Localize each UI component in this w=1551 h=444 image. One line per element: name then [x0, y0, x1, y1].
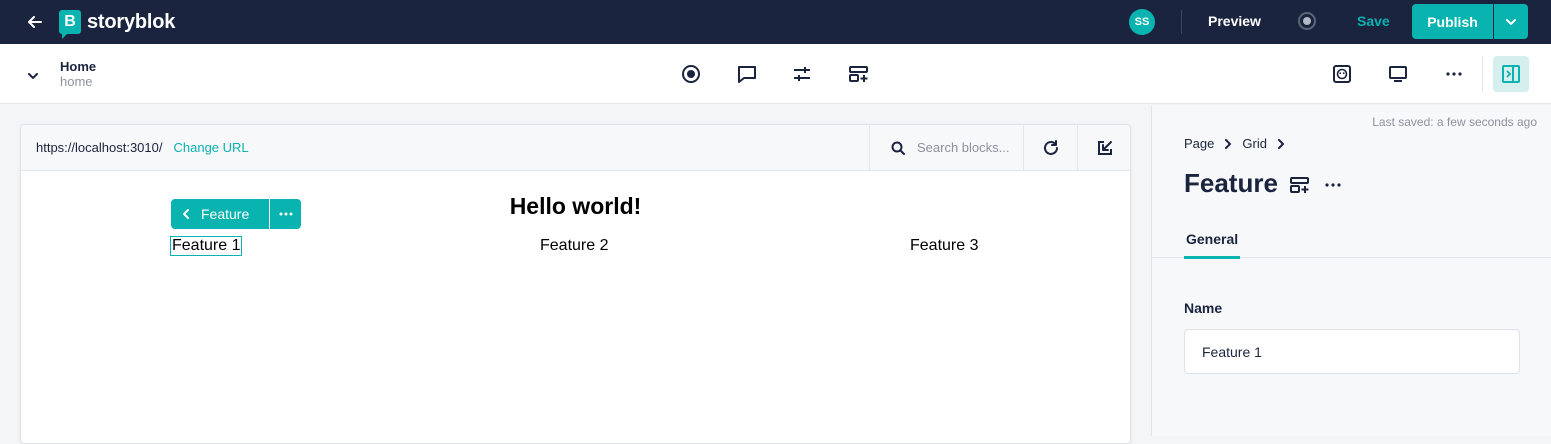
- avatar[interactable]: SS: [1129, 9, 1155, 35]
- preview-url-bar: https://localhost:3010/ Change URL: [21, 125, 1130, 171]
- face-icon[interactable]: [1330, 62, 1354, 86]
- desktop-icon[interactable]: [1386, 62, 1410, 86]
- selected-block-button[interactable]: Feature: [171, 199, 269, 229]
- record-icon[interactable]: [679, 62, 703, 86]
- save-button[interactable]: Save: [1357, 13, 1390, 29]
- comment-icon[interactable]: [735, 62, 759, 86]
- divider: [1482, 56, 1483, 92]
- selected-block-label: Feature: [201, 206, 250, 222]
- feature-block[interactable]: Feature 2: [540, 237, 608, 255]
- storyblok-logo[interactable]: B storyblok: [59, 10, 176, 39]
- block-toolbar: Feature: [171, 199, 301, 229]
- logo-text: storyblok: [87, 10, 176, 33]
- story-title: Home: [60, 59, 97, 74]
- block-title-actions: [1289, 175, 1341, 195]
- publish-options-chevron-down-icon[interactable]: [1494, 4, 1528, 39]
- preview-status-icon[interactable]: [1298, 12, 1316, 30]
- add-block-icon[interactable]: [847, 62, 871, 86]
- change-url-link[interactable]: Change URL: [173, 140, 248, 155]
- sidebar-toggle-icon[interactable]: [1493, 56, 1529, 92]
- tab-general[interactable]: General: [1184, 231, 1241, 259]
- chevron-right-icon: [1277, 138, 1284, 149]
- feature-block[interactable]: Feature 3: [910, 237, 978, 255]
- block-editor-panel: Last saved: a few seconds ago Page Grid …: [1151, 105, 1551, 436]
- logo-mark-icon: B: [59, 10, 81, 39]
- top-bar: B storyblok SS Preview Save Publish: [0, 0, 1551, 44]
- last-saved-status: Last saved: a few seconds ago: [1372, 115, 1537, 129]
- search-icon: [891, 141, 905, 155]
- chevron-right-icon: [1225, 138, 1232, 149]
- chevron-left-icon: [183, 209, 189, 219]
- breadcrumb: Page Grid: [1184, 136, 1295, 151]
- visual-editor-preview: https://localhost:3010/ Change URL Hello…: [20, 124, 1131, 444]
- more-icon[interactable]: [1325, 183, 1341, 187]
- chevron-down-icon[interactable]: [28, 66, 38, 84]
- sliders-icon[interactable]: [790, 62, 814, 86]
- refresh-icon[interactable]: [1023, 125, 1077, 170]
- block-title: Feature: [1184, 168, 1278, 198]
- preview-url: https://localhost:3010/: [36, 140, 163, 155]
- story-slug: home: [60, 74, 93, 89]
- story-toolbar: Home home: [0, 44, 1551, 104]
- divider: [1181, 10, 1182, 34]
- breadcrumb-item-grid[interactable]: Grid: [1242, 136, 1267, 151]
- feature-block[interactable]: Feature 1: [169, 236, 243, 256]
- back-arrow-icon[interactable]: [18, 0, 52, 44]
- panel-tabs: General: [1152, 220, 1551, 259]
- open-in-new-icon[interactable]: [1077, 125, 1130, 170]
- preview-button[interactable]: Preview: [1208, 13, 1261, 29]
- name-field[interactable]: [1184, 329, 1520, 374]
- add-block-icon[interactable]: [1289, 175, 1311, 195]
- block-search: [869, 125, 1023, 170]
- search-blocks-input[interactable]: [917, 140, 1017, 155]
- breadcrumb-item-page[interactable]: Page: [1184, 136, 1214, 151]
- block-more-icon[interactable]: [270, 199, 301, 229]
- name-field-label: Name: [1184, 300, 1223, 316]
- publish-button[interactable]: Publish: [1412, 4, 1493, 39]
- more-icon[interactable]: [1442, 62, 1466, 86]
